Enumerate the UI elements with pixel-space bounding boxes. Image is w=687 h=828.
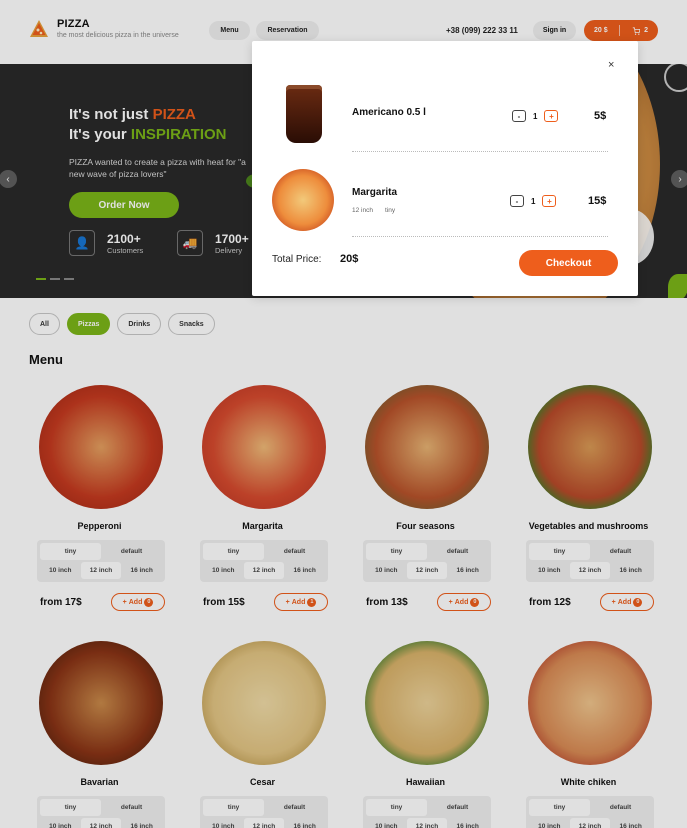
decrease-button[interactable]: - bbox=[512, 110, 526, 122]
decrease-button[interactable]: - bbox=[510, 195, 524, 207]
item-divider bbox=[352, 236, 608, 237]
quantity-stepper: - 1 + bbox=[510, 195, 557, 207]
cart-item-name: Margarita bbox=[352, 187, 398, 198]
total-price-label: Total Price: bbox=[272, 254, 322, 265]
margarita-image bbox=[272, 169, 334, 231]
item-style: tiny bbox=[384, 207, 396, 214]
quantity-value: 1 bbox=[531, 196, 536, 206]
cart-item-price: 5$ bbox=[594, 110, 607, 122]
item-divider bbox=[352, 151, 608, 152]
cart-modal: × Americano 0.5 l - 1 + 5$ Margarita 12 … bbox=[252, 41, 638, 296]
quantity-value: 1 bbox=[533, 111, 538, 121]
total-price-value: 20$ bbox=[340, 253, 359, 265]
cart-item-options: 12 inch tiny bbox=[352, 207, 395, 214]
cart-item-price: 15$ bbox=[588, 195, 607, 207]
checkout-button[interactable]: Checkout bbox=[519, 250, 618, 276]
americano-image bbox=[286, 85, 322, 143]
close-icon[interactable]: × bbox=[608, 59, 614, 71]
item-size: 12 inch bbox=[352, 207, 373, 214]
increase-button[interactable]: + bbox=[542, 195, 557, 207]
quantity-stepper: - 1 + bbox=[512, 110, 559, 122]
cart-item-name: Americano 0.5 l bbox=[352, 107, 426, 118]
increase-button[interactable]: + bbox=[544, 110, 559, 122]
